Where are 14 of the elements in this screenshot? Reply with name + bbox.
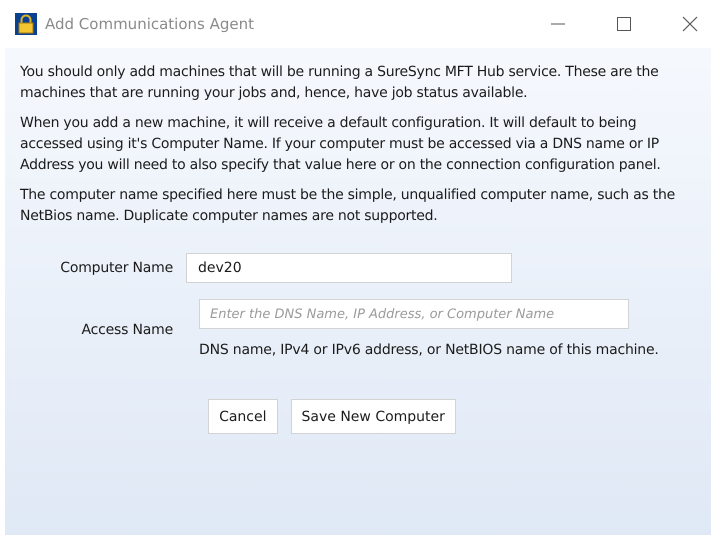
access-name-field[interactable]: Enter the DNS Name, IP Address, or Computer Name xyxy=(199,299,629,329)
info-paragraph: When you add a new machine, it will receive a default configuration. It will default to being accessed using it's Computer Name. If your computer must be accessed via a DNS name or IP Address you will need to also specify that value here or on the connection configuration panel. xyxy=(20,114,662,175)
lock-icon xyxy=(15,13,37,35)
field-label: Computer Name xyxy=(59,260,173,276)
save-button[interactable]: Save New Computer xyxy=(290,399,456,434)
maximize-icon[interactable] xyxy=(616,16,632,32)
info-paragraph: The computer name specified here must be the simple, unqualified computer name, such as the NetBios name. Duplicate computer names are not supported. xyxy=(20,186,676,226)
info-paragraph: You should only add machines that will be running a SureSync MFT Hub service. These are the machines that are running your jobs and, hence, have job status available. xyxy=(20,63,660,103)
help-text: DNS name, IPv4 or IPv6 address, or NetBIOS name of this machine. xyxy=(199,341,660,360)
cancel-button[interactable]: Cancel xyxy=(208,399,278,434)
field-label: Access Name xyxy=(80,322,173,338)
window-title: Add Communications Agent xyxy=(45,15,254,33)
close-icon[interactable] xyxy=(682,16,698,32)
computer-name-field[interactable]: dev20 xyxy=(186,253,512,283)
